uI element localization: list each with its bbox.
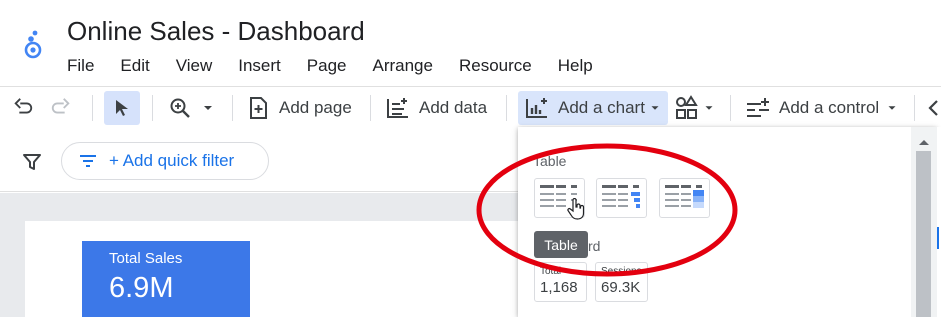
- add-chart-icon: [526, 98, 547, 118]
- add-page-label: Add page: [279, 98, 352, 117]
- table-heatmap-option[interactable]: [659, 178, 710, 218]
- select-pointer-button[interactable]: [104, 91, 140, 125]
- scorecard-option-value: 69.3K: [601, 279, 641, 296]
- scorecard-option-label: Total: [540, 266, 562, 277]
- total-sales-scorecard[interactable]: Total Sales 6.9M: [82, 241, 250, 317]
- code-embed-button[interactable]: [926, 91, 941, 125]
- menu-insert[interactable]: Insert: [238, 55, 281, 77]
- menu-bar: File Edit View Insert Page Arrange Resou…: [67, 55, 619, 77]
- chevron-left-icon: [928, 100, 938, 116]
- properties-panel: [937, 127, 941, 317]
- add-control-label: Add a control: [779, 98, 880, 117]
- pointer-icon: [116, 100, 128, 116]
- components-icon: [676, 95, 698, 119]
- table-with-bars-option[interactable]: [596, 178, 647, 218]
- add-data-icon: [387, 98, 408, 118]
- panel-tab-indicator: [937, 227, 941, 249]
- add-data-label: Add data: [419, 98, 488, 117]
- table-bars-icon: [602, 185, 640, 208]
- scorecard-option[interactable]: Total 1,168: [534, 262, 587, 302]
- chevron-down-icon: [204, 106, 212, 110]
- redo-button[interactable]: [50, 91, 78, 125]
- filter-list-icon: [80, 155, 96, 167]
- table-tooltip: Table: [534, 231, 588, 258]
- toolbar-divider: [370, 95, 371, 121]
- hand-cursor-icon: [567, 197, 585, 225]
- toolbar-divider: [914, 95, 915, 121]
- add-quick-filter-button[interactable]: + Add quick filter: [61, 142, 269, 180]
- scorecard-option-label: Sessions: [601, 266, 642, 277]
- menu-help[interactable]: Help: [558, 55, 593, 77]
- add-chart-label: Add a chart: [558, 98, 645, 117]
- quick-filter-label: + Add quick filter: [109, 151, 235, 170]
- zoom-button[interactable]: [168, 91, 218, 125]
- menu-edit[interactable]: Edit: [120, 55, 149, 77]
- scorecard-option-value: 1,168: [540, 279, 578, 296]
- scorecard-section-title: rd: [588, 238, 601, 254]
- table-section-title: Table: [533, 153, 567, 169]
- report-canvas: [0, 193, 518, 317]
- document-title[interactable]: Online Sales - Dashboard: [67, 16, 365, 47]
- redo-icon: [51, 98, 70, 114]
- toolbar-divider: [152, 95, 153, 121]
- add-control-icon: [747, 98, 769, 117]
- add-page-icon: [250, 97, 267, 119]
- toolbar-divider: [730, 95, 731, 121]
- menu-resource[interactable]: Resource: [459, 55, 532, 77]
- filter-icon[interactable]: [22, 152, 42, 177]
- add-chart-menu: Table rd Total 1,168 Sessions 69.3K: [518, 127, 937, 317]
- menu-file[interactable]: File: [67, 55, 94, 77]
- looker-studio-logo-icon[interactable]: [22, 27, 48, 61]
- scroll-up-arrow-icon[interactable]: [918, 133, 930, 151]
- add-control-button[interactable]: Add a control: [745, 91, 899, 125]
- toolbar-divider: [232, 95, 233, 121]
- add-chart-button[interactable]: Add a chart: [518, 91, 668, 125]
- menu-page[interactable]: Page: [307, 55, 347, 77]
- community-viz-button[interactable]: [674, 91, 716, 125]
- toolbar-divider: [506, 95, 507, 121]
- scorecard-label: Total Sales: [109, 250, 183, 267]
- chevron-down-icon: [705, 106, 713, 110]
- scorecard-value: 6.9M: [109, 272, 174, 304]
- menu-arrange[interactable]: Arrange: [372, 55, 432, 77]
- menu-view[interactable]: View: [176, 55, 213, 77]
- add-page-button[interactable]: Add page: [246, 91, 352, 125]
- toolbar-divider: [92, 95, 93, 121]
- scrollbar-thumb[interactable]: [916, 151, 931, 317]
- add-data-button[interactable]: Add data: [385, 91, 487, 125]
- scorecard-compact-option[interactable]: Sessions 69.3K: [595, 262, 648, 302]
- toolbar: Add page Add data Add a chart Add a cont…: [0, 86, 941, 128]
- chevron-down-icon: [651, 106, 659, 110]
- undo-button[interactable]: [12, 91, 40, 125]
- zoom-in-icon: [170, 98, 190, 118]
- undo-icon: [14, 98, 33, 114]
- chevron-down-icon: [888, 106, 896, 110]
- table-heatmap-icon: [665, 185, 704, 208]
